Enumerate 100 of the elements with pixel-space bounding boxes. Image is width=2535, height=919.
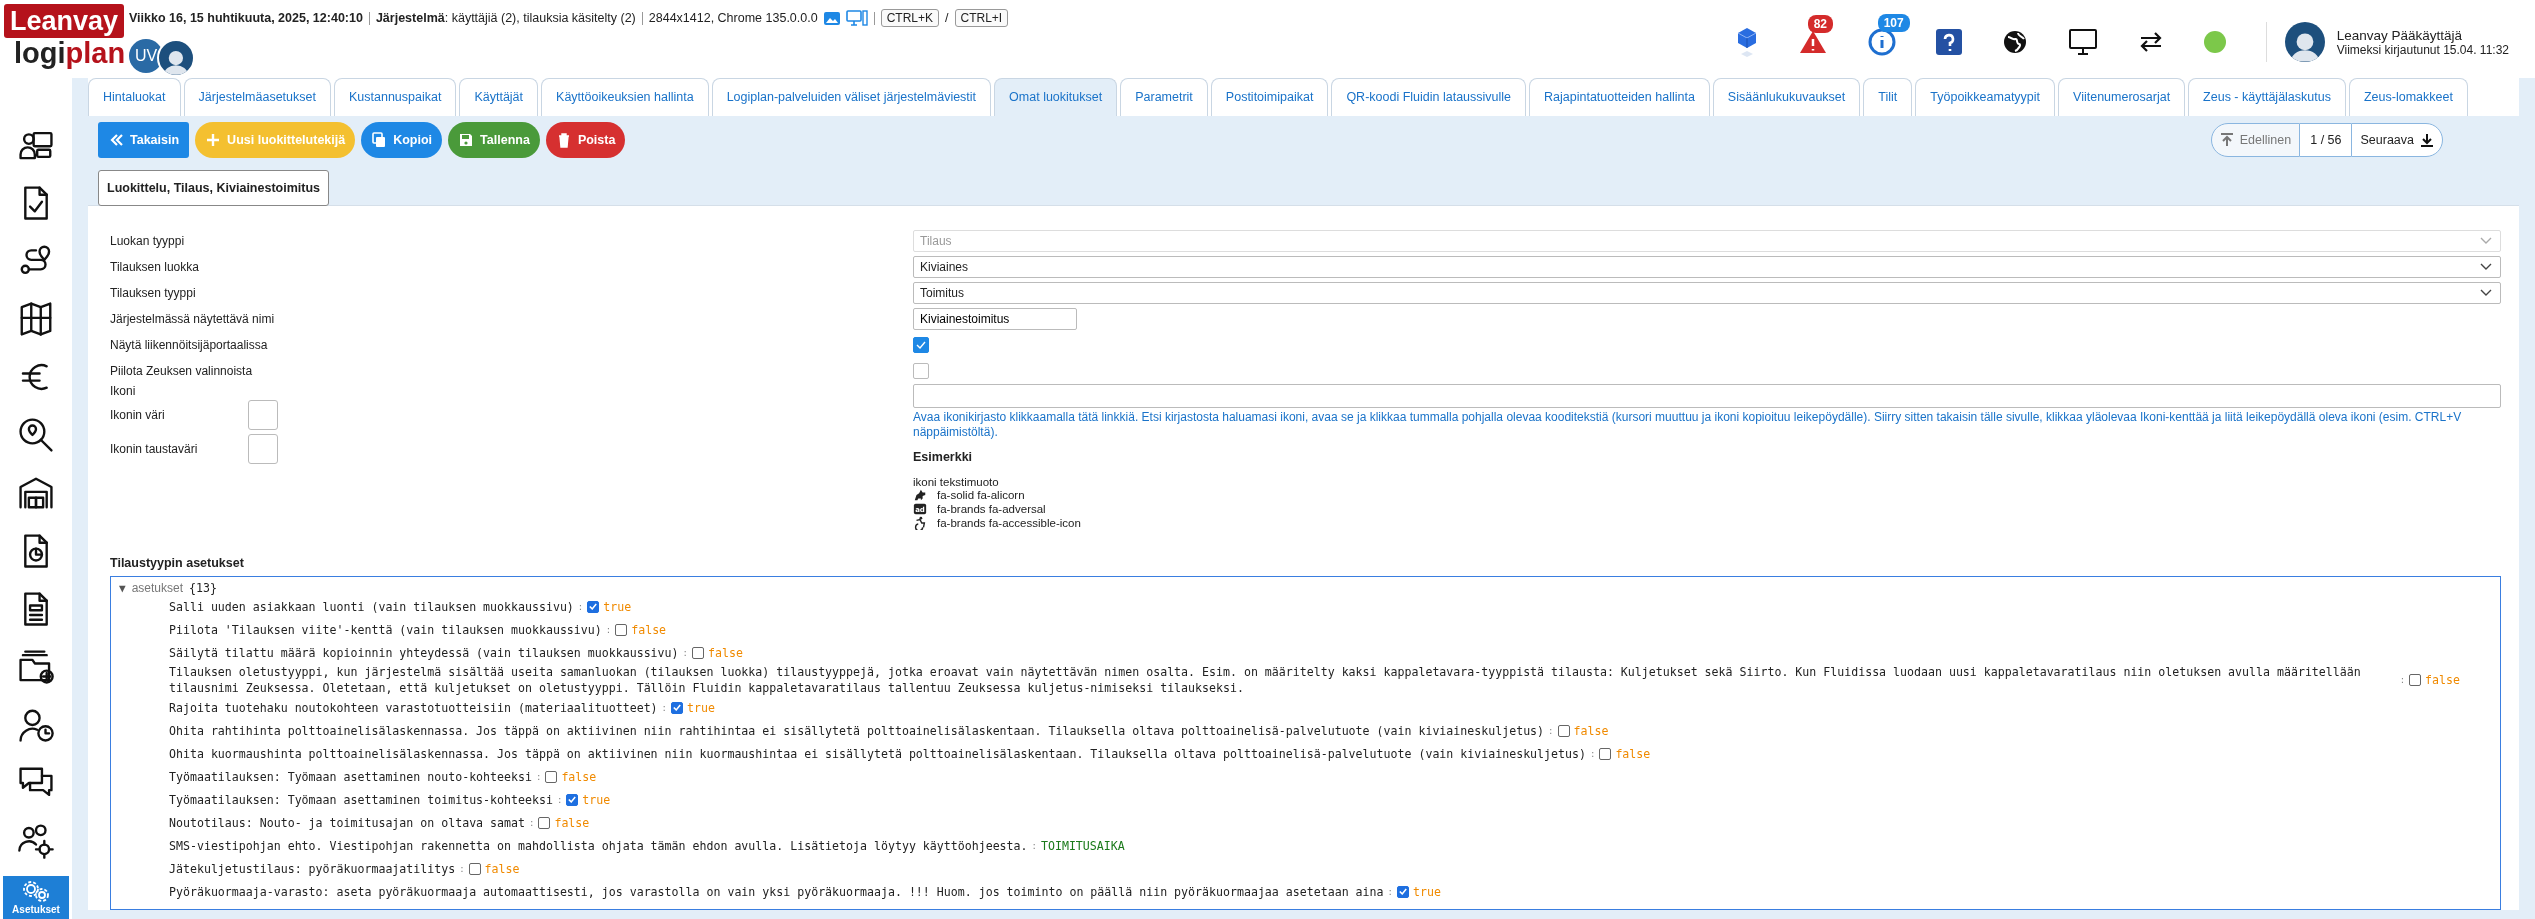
record-title-tab[interactable]: Luokittelu, Tilaus, Kiviainestoimitus (98, 170, 329, 206)
checkmark-icon (673, 704, 682, 711)
examples-heading: Esimerkki (913, 450, 974, 464)
checkmark-icon (589, 603, 598, 610)
field-label: Ikonin väri (110, 408, 166, 422)
shortcut-key[interactable]: CTRL+I (954, 9, 1009, 27)
checkbox[interactable] (913, 337, 929, 353)
field-label: Ikoni (110, 384, 137, 398)
setting-label: Säilytä tilattu määrä kopioinnin yhteydessä (vain tilauksen muokkaussivu) (169, 644, 679, 661)
tab[interactable]: Käyttäjät (459, 78, 539, 116)
people-gear-icon (17, 822, 55, 860)
boolean-value: false (1573, 723, 1609, 738)
avatar-silhouette-icon (2290, 30, 2319, 62)
resolution-info: 2844x1412, Chrome 135.0.0.0 (648, 11, 818, 25)
boolean-value: true (687, 700, 715, 715)
tab[interactable]: Rajapintatuotteiden hallinta (1529, 78, 1710, 116)
copy-icon (371, 132, 388, 148)
copy-button[interactable]: Kopioi (361, 122, 443, 158)
save-button[interactable]: Tallenna (448, 122, 540, 158)
field-label: Näytä liikennöitsijäportaalissa (110, 338, 269, 352)
chevron-down-icon (2480, 263, 2492, 271)
date-time: Viikko 16, 15 huhtikuuta, 2025, 12:40:10 (129, 11, 363, 25)
boolean-value: false (631, 622, 667, 637)
tab[interactable]: Hintaluokat (88, 78, 181, 116)
double-chevron-left-icon (108, 132, 124, 148)
tab[interactable]: Viitenumerosarjat (2058, 78, 2186, 116)
monitor-icon[interactable] (2067, 28, 2098, 56)
checkbox[interactable] (2409, 674, 2422, 686)
help-link[interactable]: Avaa ikonikirjasto klikkaamalla tätä linkkiä. Etsi kirjastosta haluamasi ikoni, avaa se ja klikkaa tummalla pohjalla olevaa kooditekstiä (kursori muuttuu ja ikoni kopioituu leikepöydälle). Siirry sitten takaisin tälle sivulle, klikkaa yläolevaa Ikoni-kenttää ja liitä leikepöydällä oleva ikoni (esim. CTRL+V näppäimistöltä). (913, 410, 2505, 440)
alert-count-badge: 82 (1807, 15, 1834, 33)
string-value: TOIMITUSAIKA (1040, 838, 1125, 853)
tab[interactable]: Zeus - käyttäjälaskutus (2188, 78, 2346, 116)
field-label: Ikonin taustaväri (110, 442, 199, 456)
checkmark-icon (568, 796, 577, 803)
collapse-toggle[interactable]: ▼ (119, 581, 126, 595)
boolean-value: false (707, 645, 743, 660)
setting-label: Työmaatilauksen: Työmaan asettaminen toimitus-kohteeksi (169, 791, 553, 808)
chevron-down-icon (2480, 289, 2492, 297)
name-input-field[interactable]: Kiviainestoimitus (913, 308, 1077, 330)
tab[interactable]: Työpoikkeamatyypit (1915, 78, 2056, 116)
save-icon (458, 132, 475, 148)
checkbox[interactable] (1599, 747, 1612, 760)
back-button[interactable]: Takaisin (98, 122, 190, 158)
separator: : (1387, 886, 1393, 897)
sidebar-item[interactable]: Asetukset (3, 876, 69, 919)
tab[interactable]: Zeus-lomakkeet (2348, 78, 2468, 116)
system-info: Järjestelmä: käyttäjiä (2), tilauksia käsitelty (2) (375, 11, 636, 25)
field-label: Tilauksen tyyppi (110, 286, 197, 300)
boolean-value: true (582, 792, 611, 807)
dropdown-field[interactable]: Kiviaines (913, 256, 2501, 278)
info-circle-icon[interactable] (1867, 28, 1896, 56)
separator: : (459, 863, 465, 874)
shortcut-key[interactable]: CTRL+K (880, 9, 939, 27)
user-avatar[interactable] (2284, 22, 2325, 62)
tab[interactable]: Sisäänlukukuvaukset (1712, 78, 1861, 116)
product-logo: logiplan (13, 38, 126, 68)
example-text: fa-brands fa-adversal (937, 503, 1046, 515)
color-picker[interactable] (248, 434, 278, 464)
globe-icon[interactable] (2001, 29, 2028, 55)
image-icon[interactable] (823, 11, 840, 25)
separator: : (1589, 748, 1596, 759)
checkbox[interactable] (538, 816, 551, 829)
separator: : (556, 794, 563, 805)
next-button[interactable]: Seuraava (2351, 123, 2443, 157)
checkbox[interactable] (566, 793, 579, 806)
dropdown-field[interactable]: Toimitus (913, 282, 2501, 304)
checkmark-icon (916, 341, 926, 349)
tab[interactable]: Parametrit (1120, 78, 1208, 116)
delete-button[interactable]: Poista (545, 122, 626, 158)
tab[interactable]: Järjestelmäasetukset (183, 78, 331, 116)
checkbox[interactable] (587, 600, 600, 613)
checkbox[interactable] (671, 701, 684, 714)
checkbox[interactable] (1557, 724, 1570, 737)
checkbox[interactable] (913, 363, 929, 379)
icon-input-field[interactable] (913, 384, 2501, 408)
checkbox[interactable] (615, 623, 628, 636)
shortcut-separator: / (945, 11, 949, 25)
checkbox[interactable] (545, 770, 558, 783)
separator: : (605, 624, 612, 635)
checkbox[interactable] (1396, 885, 1409, 898)
setting-label: Salli uuden asiakkaan luonti (vain tilauksen muokkaussivu) (169, 598, 574, 615)
separator: : (682, 647, 688, 658)
examples-subheading: ikoni tekstimuoto (913, 476, 1000, 488)
example-text: fa-brands fa-accessible-icon (937, 517, 1081, 529)
tab[interactable]: Omat luokitukset (994, 78, 1118, 116)
tab[interactable]: Tilit (1863, 78, 1913, 116)
tab[interactable]: Postitoimipaikat (1210, 78, 1329, 116)
cube-icon[interactable] (1735, 27, 1758, 57)
checkmark-icon (1398, 888, 1407, 895)
separator: : (529, 817, 535, 828)
checkbox[interactable] (468, 862, 481, 875)
checkbox[interactable] (691, 646, 704, 659)
color-picker[interactable] (248, 400, 278, 430)
tab[interactable]: Käyttöoikeuksien hallinta (541, 78, 709, 116)
user-name: Leanvay Pääkäyttäjä (2336, 27, 2463, 43)
wheelchair-icon (913, 516, 927, 530)
tab[interactable]: Logiplan-palveluiden väliset järjestelmäviestit (711, 78, 992, 116)
help-icon[interactable] (1935, 29, 1962, 55)
tab[interactable]: Kustannuspaikat (333, 78, 457, 116)
tab[interactable]: QR-koodi Fluidin lataussivulle (1331, 78, 1527, 116)
